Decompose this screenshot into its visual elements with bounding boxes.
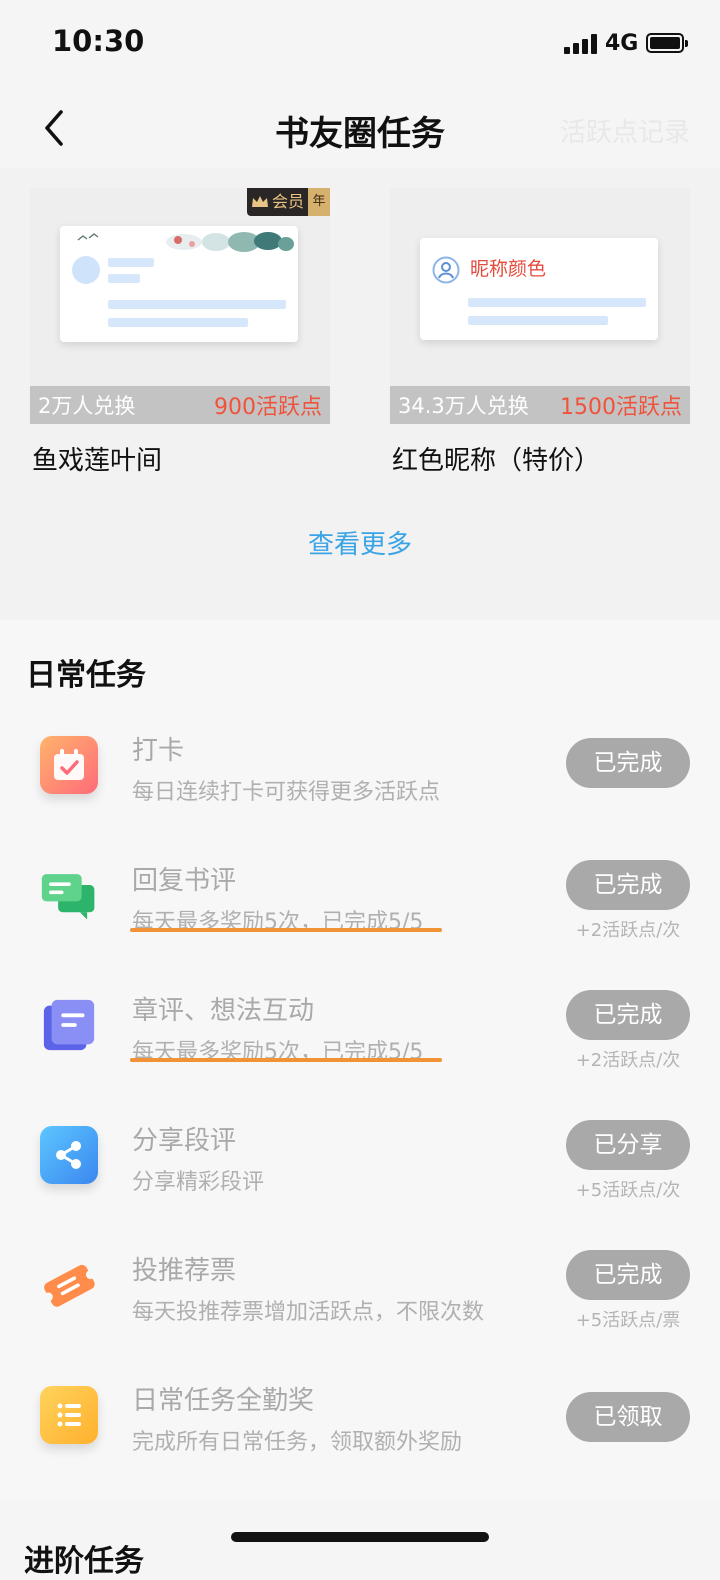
highlight-underline <box>130 928 442 932</box>
task-status-button[interactable]: 已完成 <box>566 860 690 910</box>
signal-icon <box>564 34 598 54</box>
reward-card-1[interactable]: 会员 年 2万人兑换 900活跃点 鱼戏莲叶间 <box>30 188 330 477</box>
person-icon <box>432 256 460 284</box>
task-subtitle: 每天投推荐票增加活跃点，不限次数 <box>132 1300 485 1325</box>
task-title: 投推荐票 <box>132 1256 237 1286</box>
exchange-count: 2万人兑换 <box>38 394 136 418</box>
task-reward: +5活跃点/次 <box>575 1180 681 1201</box>
document-icon <box>40 996 98 1054</box>
chat-bubbles-icon <box>40 866 98 924</box>
task-row-recommend-vote: 投推荐票 每天投推荐票增加活跃点，不限次数 已完成 +5活跃点/票 <box>0 1250 720 1360</box>
reward-info-overlay: 34.3万人兑换 1500活跃点 <box>390 386 690 424</box>
task-row-share: 分享段评 分享精彩段评 已分享 +5活跃点/次 <box>0 1120 720 1230</box>
exchange-count: 34.3万人兑换 <box>398 394 529 418</box>
task-row-full-attendance: 日常任务全勤奖 完成所有日常任务，领取额外奖励 已领取 <box>0 1380 720 1490</box>
network-type: 4G <box>605 31 639 56</box>
crown-icon <box>251 196 268 207</box>
reward-name: 鱼戏莲叶间 <box>32 446 163 476</box>
reward-thumbnail: 会员 年 2万人兑换 900活跃点 <box>30 188 330 424</box>
task-title: 回复书评 <box>132 866 237 896</box>
task-reward: +2活跃点/次 <box>575 920 681 941</box>
section-title: 日常任务 <box>26 658 146 693</box>
nickname-preview: 昵称颜色 <box>420 238 658 340</box>
task-status-button[interactable]: 已完成 <box>566 738 690 788</box>
task-subtitle: 每日连续打卡可获得更多活跃点 <box>132 780 441 805</box>
task-row-reply-review: 回复书评 每天最多奖励5次，已完成5/5 已完成 +2活跃点/次 <box>0 860 720 970</box>
reward-card-2[interactable]: 昵称颜色 34.3万人兑换 1500活跃点 红色昵称（特价） <box>390 188 690 477</box>
reward-shop: 会员 年 2万人兑换 900活跃点 鱼戏莲叶间 昵称颜色 34.3万人兑换 15… <box>0 168 720 620</box>
task-title: 打卡 <box>132 736 185 766</box>
task-status-button[interactable]: 已领取 <box>566 1392 690 1442</box>
home-indicator <box>231 1532 489 1542</box>
ticket-icon <box>40 1256 98 1314</box>
task-title: 分享段评 <box>132 1126 237 1156</box>
text-line-placeholder <box>468 316 608 325</box>
text-line-placeholder <box>108 300 286 309</box>
reward-name: 红色昵称（特价） <box>392 446 601 476</box>
status-time: 10:30 <box>52 24 145 58</box>
vip-badge-tag: 年 <box>308 188 330 216</box>
reward-thumbnail: 昵称颜色 34.3万人兑换 1500活跃点 <box>390 188 690 424</box>
task-reward: +2活跃点/次 <box>575 1050 681 1071</box>
calendar-check-icon <box>40 736 98 794</box>
text-line-placeholder <box>108 258 154 267</box>
task-subtitle: 分享精彩段评 <box>132 1170 265 1195</box>
task-row-checkin: 打卡 每日连续打卡可获得更多活跃点 已完成 <box>0 730 720 840</box>
text-line-placeholder <box>108 318 248 327</box>
task-title: 章评、想法互动 <box>132 996 315 1026</box>
task-status-button[interactable]: 已完成 <box>566 990 690 1040</box>
vip-badge: 会员 年 <box>246 188 330 216</box>
points-cost: 900活跃点 <box>214 395 322 420</box>
nickname-color-label: 昵称颜色 <box>470 258 547 280</box>
see-more-link[interactable]: 查看更多 <box>0 524 720 561</box>
list-icon <box>40 1386 98 1444</box>
status-bar: 10:30 4G <box>0 0 720 88</box>
task-reward: +5活跃点/票 <box>575 1310 681 1331</box>
reward-info-overlay: 2万人兑换 900活跃点 <box>30 386 330 424</box>
lotus-decoration-icon <box>166 232 294 252</box>
vip-badge-label: 会员 <box>271 192 304 211</box>
task-title: 日常任务全勤奖 <box>132 1386 315 1416</box>
task-status-button[interactable]: 已分享 <box>566 1120 690 1170</box>
task-status-button[interactable]: 已完成 <box>566 1250 690 1300</box>
daily-tasks-section: 日常任务 打卡 每日连续打卡可获得更多活跃点 已完成 回复书评 每天最多奖励5次… <box>0 620 720 1500</box>
text-line-placeholder <box>108 274 140 283</box>
highlight-underline <box>130 1058 442 1062</box>
share-icon <box>40 1126 98 1184</box>
task-subtitle: 完成所有日常任务，领取额外奖励 <box>132 1430 463 1455</box>
battery-icon <box>646 33 688 53</box>
activity-record-link[interactable]: 活跃点记录 <box>560 112 690 149</box>
bird-icon <box>77 233 99 241</box>
text-line-placeholder <box>468 298 646 307</box>
points-cost: 1500活跃点 <box>560 395 682 420</box>
advanced-tasks-title: 进阶任务 <box>24 1544 144 1579</box>
task-row-chapter-comment: 章评、想法互动 每天最多奖励5次，已完成5/5 已完成 +2活跃点/次 <box>0 990 720 1100</box>
avatar-placeholder <box>72 256 100 284</box>
theme-preview <box>60 226 298 342</box>
nav-bar: 书友圈任务 活跃点记录 <box>0 88 720 168</box>
